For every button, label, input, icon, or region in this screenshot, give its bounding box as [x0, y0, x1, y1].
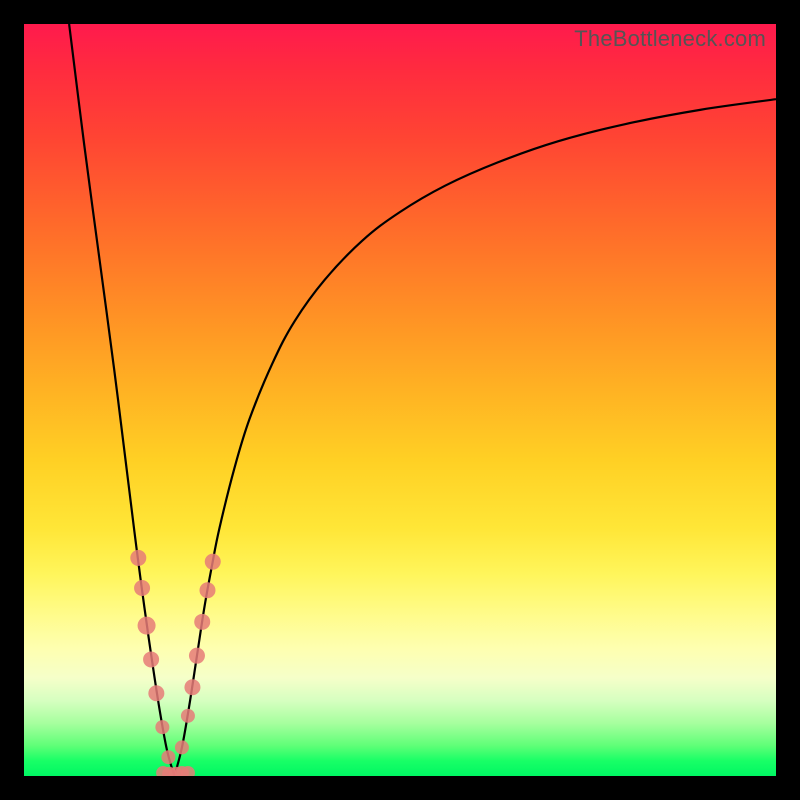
data-marker	[161, 750, 175, 764]
data-marker	[175, 740, 189, 754]
chart-frame: TheBottleneck.com	[0, 0, 800, 800]
data-marker	[130, 550, 146, 566]
data-marker	[194, 614, 210, 630]
left-branch-curve	[69, 24, 174, 776]
plot-area: TheBottleneck.com	[24, 24, 776, 776]
data-marker	[134, 580, 150, 596]
right-branch-curve	[174, 99, 776, 776]
data-marker	[143, 651, 159, 667]
data-marker	[189, 648, 205, 664]
data-marker	[138, 617, 156, 635]
data-marker	[205, 554, 221, 570]
data-marker	[181, 709, 195, 723]
data-marker	[148, 685, 164, 701]
data-marker	[199, 582, 215, 598]
data-marker	[155, 720, 169, 734]
curve-layer	[24, 24, 776, 776]
marker-group	[130, 550, 220, 776]
data-marker	[184, 679, 200, 695]
watermark-text: TheBottleneck.com	[574, 26, 766, 52]
